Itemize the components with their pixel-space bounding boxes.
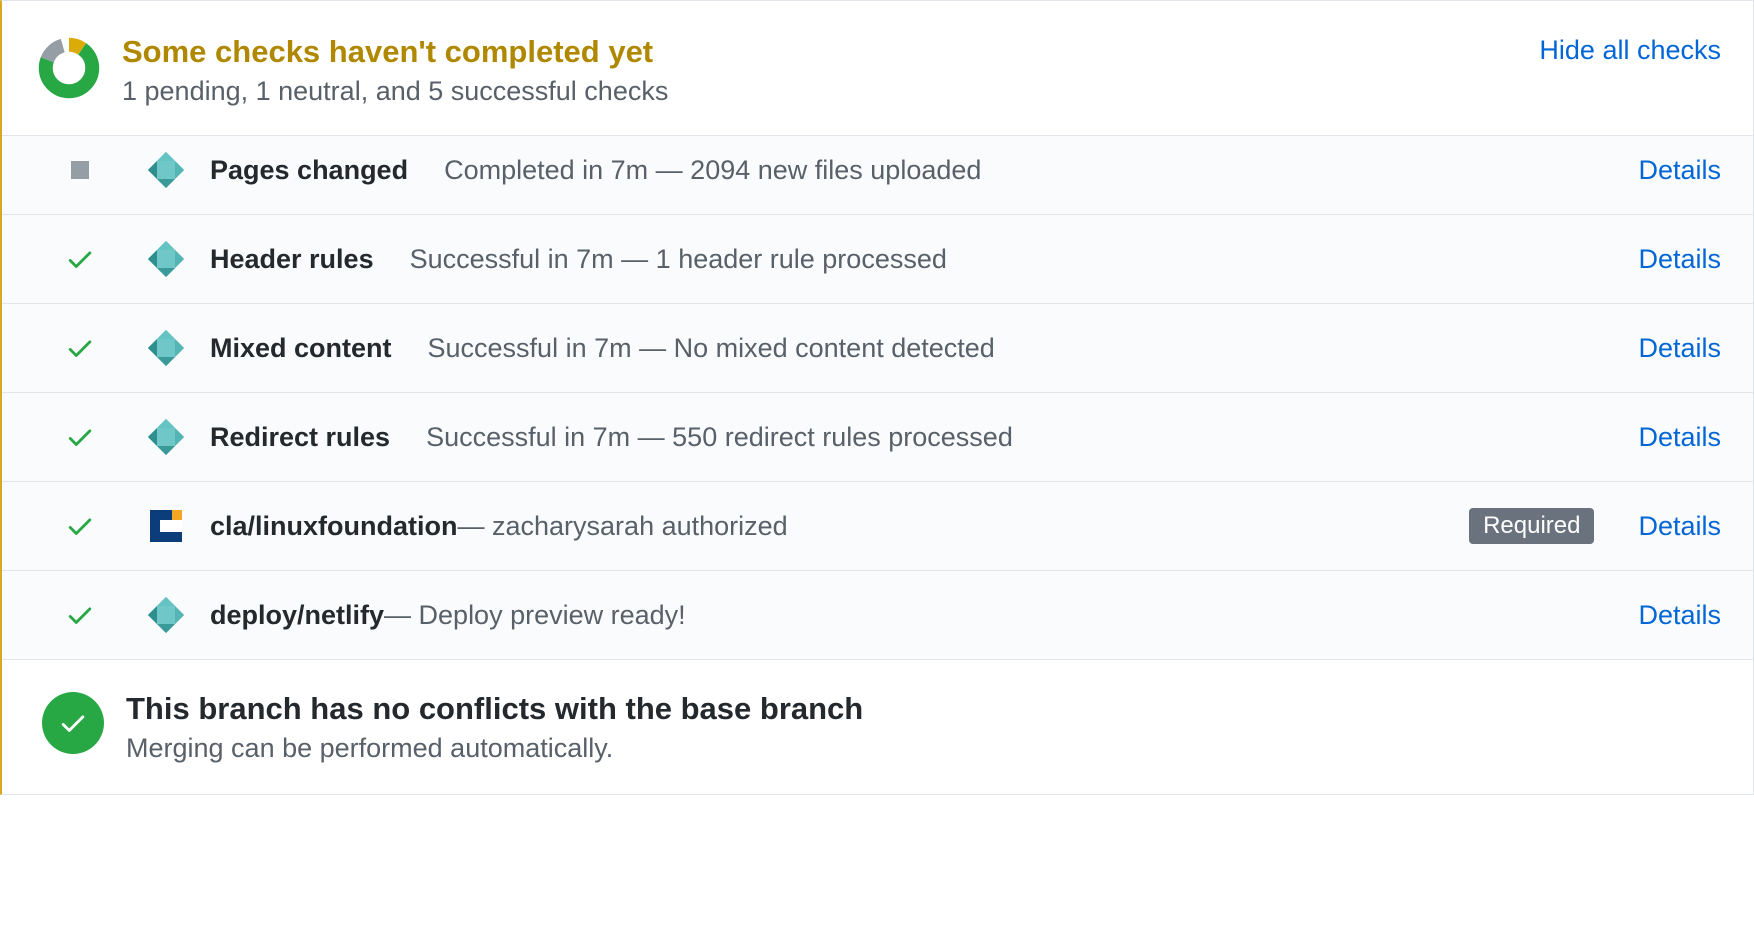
check-description: Successful in 7m — No mixed content dete… <box>428 333 995 364</box>
merge-status-subtitle: Merging can be performed automatically. <box>126 733 863 764</box>
check-row: Redirect rules Successful in 7m — 550 red… <box>2 393 1753 482</box>
check-text: Mixed content Successful in 7m — No mixed… <box>210 333 1620 364</box>
app-icon <box>144 417 188 457</box>
required-badge: Required <box>1469 508 1594 544</box>
check-row: Mixed content Successful in 7m — No mixed… <box>2 304 1753 393</box>
check-text: Redirect rules Successful in 7m — 550 red… <box>210 422 1620 453</box>
check-text: deploy/netlify — Deploy preview ready! <box>210 600 1620 631</box>
status-icon-col <box>60 511 100 541</box>
details-link[interactable]: Details <box>1638 244 1721 275</box>
details-link[interactable]: Details <box>1638 511 1721 542</box>
app-icon <box>144 239 188 279</box>
check-description: Completed in 7m — 2094 new files uploade… <box>444 155 981 186</box>
status-icon-col <box>60 422 100 452</box>
status-icon-col <box>60 244 100 274</box>
check-icon <box>65 422 95 452</box>
status-icon-col <box>60 333 100 363</box>
neutral-icon <box>71 161 89 179</box>
details-link[interactable]: Details <box>1638 333 1721 364</box>
hide-all-checks-link[interactable]: Hide all checks <box>1539 35 1721 66</box>
checks-summary-text: Some checks haven't completed yet 1 pend… <box>122 33 1539 107</box>
status-icon-col <box>60 161 100 179</box>
check-name: deploy/netlify <box>210 600 384 631</box>
check-name: Mixed content <box>210 333 392 364</box>
checks-summary-header: Some checks haven't completed yet 1 pend… <box>2 1 1753 136</box>
details-link[interactable]: Details <box>1638 600 1721 631</box>
merge-status-section: This branch has no conflicts with the ba… <box>2 660 1753 794</box>
check-icon <box>65 333 95 363</box>
check-name: cla/linuxfoundation <box>210 511 458 542</box>
check-row: deploy/netlify — Deploy preview ready! De… <box>2 571 1753 660</box>
check-text: cla/linuxfoundation — zacharysarah autho… <box>210 511 1469 542</box>
checks-list: Pages changed Completed in 7m — 2094 new … <box>2 136 1753 660</box>
checks-panel: Some checks haven't completed yet 1 pend… <box>0 0 1754 795</box>
check-description: — zacharysarah authorized <box>458 511 788 542</box>
check-name: Header rules <box>210 244 374 275</box>
check-row: Pages changed Completed in 7m — 2094 new … <box>2 136 1753 215</box>
check-text: Pages changed Completed in 7m — 2094 new … <box>210 155 1620 186</box>
check-row: cla/linuxfoundation — zacharysarah autho… <box>2 482 1753 571</box>
merge-status-text: This branch has no conflicts with the ba… <box>126 690 863 764</box>
check-description: Successful in 7m — 550 redirect rules pr… <box>426 422 1013 453</box>
checks-summary-subtitle: 1 pending, 1 neutral, and 5 successful c… <box>122 76 1539 107</box>
app-icon <box>144 506 188 546</box>
merge-status-title: This branch has no conflicts with the ba… <box>126 690 863 729</box>
app-icon <box>144 150 188 190</box>
check-icon <box>65 244 95 274</box>
check-icon <box>65 600 95 630</box>
check-row: Header rules Successful in 7m — 1 header … <box>2 215 1753 304</box>
details-link[interactable]: Details <box>1638 422 1721 453</box>
check-name: Pages changed <box>210 155 408 186</box>
check-description: Successful in 7m — 1 header rule process… <box>410 244 947 275</box>
status-icon-col <box>60 600 100 630</box>
checks-donut-icon <box>38 37 100 99</box>
check-text: Header rules Successful in 7m — 1 header … <box>210 244 1620 275</box>
check-name: Redirect rules <box>210 422 390 453</box>
checks-summary-title: Some checks haven't completed yet <box>122 33 1539 70</box>
check-description: — Deploy preview ready! <box>384 600 686 631</box>
check-icon <box>65 511 95 541</box>
app-icon <box>144 595 188 635</box>
app-icon <box>144 328 188 368</box>
details-link[interactable]: Details <box>1638 155 1721 186</box>
success-circle-icon <box>42 692 104 754</box>
